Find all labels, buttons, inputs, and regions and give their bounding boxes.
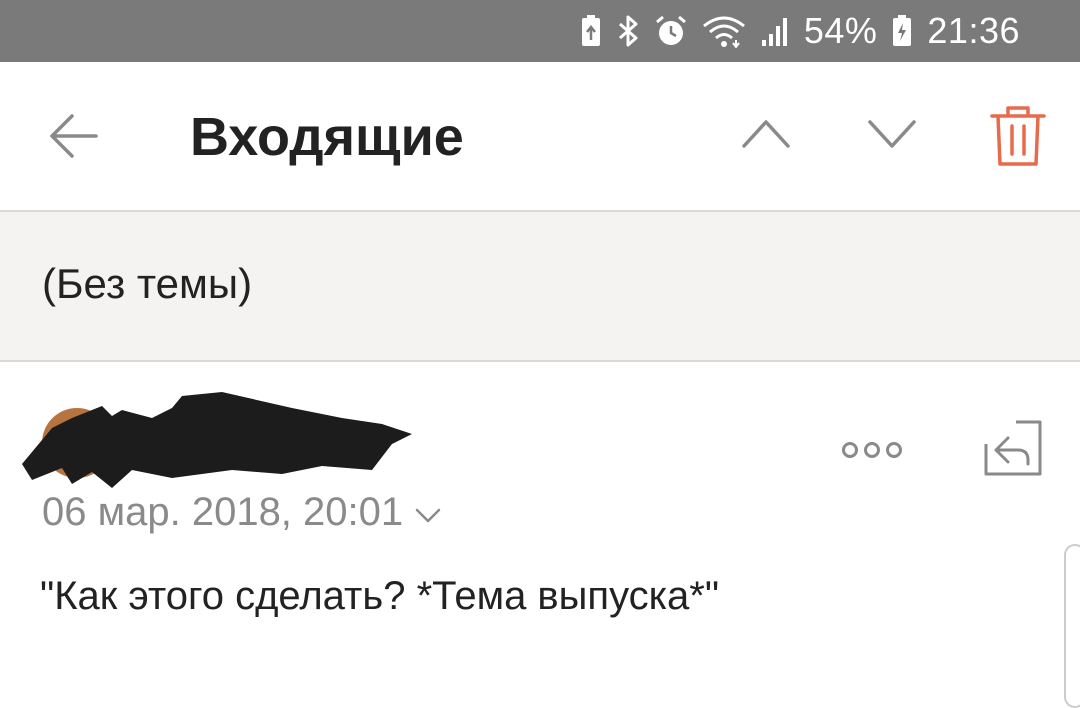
subject-bar: (Без темы) — [0, 212, 1080, 362]
message: 06 мар. 2018, 20:01 "Как этого сделать? … — [0, 362, 1080, 687]
chevron-down-icon — [868, 120, 916, 148]
chevron-down-small-icon — [415, 508, 441, 522]
status-bar: 54% 21:36 — [0, 0, 1080, 62]
bluetooth-icon — [618, 15, 638, 47]
more-dots-icon — [842, 442, 902, 458]
edge-panel-handle[interactable] — [1064, 544, 1080, 708]
more-options-button[interactable] — [840, 438, 904, 462]
alarm-icon — [655, 15, 686, 45]
signal-icon — [761, 18, 787, 46]
sender-redaction — [22, 392, 412, 488]
battery-saver-icon — [581, 15, 600, 46]
trash-icon — [990, 106, 1046, 166]
battery-charging-icon — [893, 15, 912, 46]
wifi-icon — [702, 16, 745, 48]
previous-message-button[interactable] — [738, 110, 794, 158]
toolbar: Входящие — [0, 62, 1080, 212]
message-date: 06 мар. 2018, 20:01 — [42, 490, 404, 534]
arrow-left-icon — [50, 114, 98, 158]
page-title: Входящие — [190, 107, 464, 167]
battery-percent: 54% — [803, 10, 878, 51]
reply-button[interactable] — [982, 418, 1044, 478]
clock: 21:36 — [927, 10, 1020, 51]
message-date-row[interactable]: 06 мар. 2018, 20:01 — [42, 490, 443, 535]
next-message-button[interactable] — [864, 110, 920, 158]
subject-text: (Без темы) — [42, 260, 253, 307]
status-icons: 54% 21:36 — [580, 0, 1020, 62]
chevron-up-icon — [742, 120, 790, 148]
back-button[interactable] — [46, 108, 102, 164]
reply-icon — [984, 420, 1042, 476]
delete-button[interactable] — [988, 104, 1048, 168]
message-body: "Как этого сделать? *Тема выпуска*" — [40, 574, 720, 618]
